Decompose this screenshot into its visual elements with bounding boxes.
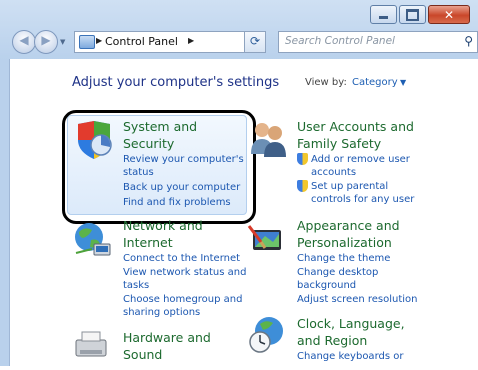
forward-arrow-icon: ▶ xyxy=(41,33,51,47)
clock-title-line2[interactable]: and Region xyxy=(297,332,367,349)
uac-shield-icon xyxy=(297,153,308,165)
breadcrumb-chevron-icon[interactable]: ▶ xyxy=(188,36,194,45)
system-security-icon[interactable] xyxy=(74,120,114,160)
appearance-title-line1[interactable]: Appearance and xyxy=(297,217,400,234)
network-internet-title-line1[interactable]: Network and xyxy=(123,217,203,234)
add-remove-user-link[interactable]: Add or remove user xyxy=(311,153,410,166)
search-box[interactable]: Search Control Panel ⚲ xyxy=(278,31,478,53)
page-title: Adjust your computer's settings xyxy=(72,75,280,90)
view-network-status-link[interactable]: View network status and xyxy=(123,266,246,279)
clock-title-line1[interactable]: Clock, Language, xyxy=(297,315,405,332)
back-button[interactable]: ◀ xyxy=(12,30,36,54)
network-internet-title-line2[interactable]: Internet xyxy=(123,234,173,251)
user-accounts-title-line2[interactable]: Family Safety xyxy=(297,135,381,152)
refresh-button[interactable]: ⟳ xyxy=(244,31,266,53)
change-theme-link[interactable]: Change the theme xyxy=(297,252,390,265)
forward-button[interactable]: ▶ xyxy=(34,30,58,54)
search-icon[interactable]: ⚲ xyxy=(464,34,473,48)
user-accounts-icon[interactable] xyxy=(248,118,288,158)
minimize-button[interactable] xyxy=(370,5,397,24)
back-up-link[interactable]: Back up your computer xyxy=(123,181,240,194)
clock-language-region-icon[interactable] xyxy=(247,314,287,354)
view-network-status-link-cont[interactable]: tasks xyxy=(123,279,149,292)
view-by-dropdown[interactable]: Category xyxy=(352,77,398,88)
control-panel-icon xyxy=(79,35,95,49)
find-fix-problems-link[interactable]: Find and fix problems xyxy=(123,196,231,209)
appearance-personalization-icon[interactable] xyxy=(247,220,287,260)
search-input[interactable]: Search Control Panel xyxy=(285,35,395,47)
review-status-link[interactable]: Review your computer's xyxy=(123,153,244,166)
homegroup-link-cont[interactable]: sharing options xyxy=(123,306,200,319)
homegroup-link[interactable]: Choose homegroup and xyxy=(123,293,242,306)
change-keyboards-link[interactable]: Change keyboards or xyxy=(297,350,403,363)
close-icon: ✕ xyxy=(443,7,455,22)
refresh-icon: ⟳ xyxy=(249,34,261,48)
review-status-link-cont[interactable]: status xyxy=(123,166,154,179)
appearance-title-line2[interactable]: Personalization xyxy=(297,234,392,251)
system-security-title-line2[interactable]: Security xyxy=(123,135,174,152)
user-accounts-title-line1[interactable]: User Accounts and xyxy=(297,118,414,135)
hardware-sound-title-line2[interactable]: Sound xyxy=(123,346,162,363)
add-remove-user-link-cont[interactable]: accounts xyxy=(311,166,356,179)
uac-shield-icon xyxy=(297,180,308,192)
recent-pages-dropdown-icon[interactable]: ▼ xyxy=(60,38,65,46)
network-internet-icon[interactable] xyxy=(72,220,112,260)
caption-buttons: ✕ xyxy=(368,5,470,24)
close-button[interactable]: ✕ xyxy=(428,5,470,24)
connect-internet-link[interactable]: Connect to the Internet xyxy=(123,252,240,265)
change-background-link[interactable]: Change desktop xyxy=(297,266,378,279)
hardware-sound-title-line1[interactable]: Hardware and xyxy=(123,329,211,346)
parental-controls-link-cont[interactable]: controls for any user xyxy=(311,193,414,206)
minimize-icon xyxy=(379,16,388,19)
parental-controls-link[interactable]: Set up parental xyxy=(311,180,388,193)
view-by-dropdown-icon[interactable]: ▼ xyxy=(400,78,406,87)
navigation-bar: ◀ ▶ ▼ ▶ Control Panel ▶ ▼ ⟳ Search Contr… xyxy=(12,30,478,54)
maximize-button[interactable] xyxy=(399,5,426,24)
address-bar[interactable]: ▶ Control Panel ▶ ▼ xyxy=(74,31,266,53)
back-arrow-icon: ◀ xyxy=(19,33,29,47)
hardware-sound-icon[interactable] xyxy=(72,326,112,366)
maximize-icon xyxy=(406,8,419,21)
view-by-label: View by: xyxy=(305,77,347,88)
breadcrumb-control-panel[interactable]: Control Panel xyxy=(105,35,178,48)
breadcrumb-chevron-icon[interactable]: ▶ xyxy=(96,36,102,45)
adjust-resolution-link[interactable]: Adjust screen resolution xyxy=(297,293,418,306)
change-background-link-cont[interactable]: background xyxy=(297,279,356,292)
system-security-title-line1[interactable]: System and xyxy=(123,118,197,135)
